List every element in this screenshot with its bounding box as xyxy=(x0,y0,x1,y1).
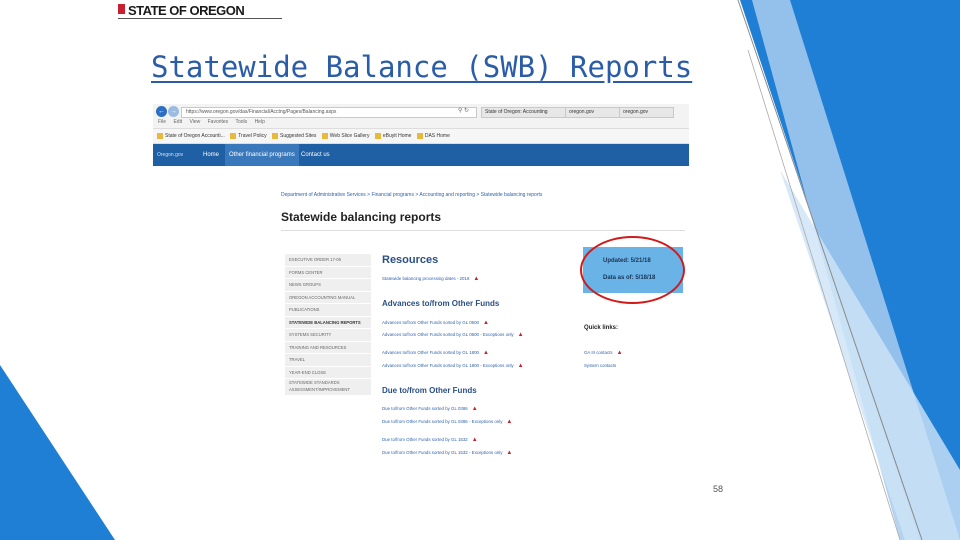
quick-link[interactable]: GA III contacts ▲ xyxy=(584,350,623,356)
pdf-icon: ▲ xyxy=(506,419,513,425)
favorite-item[interactable]: Travel Policy xyxy=(230,129,267,143)
pdf-icon: ▲ xyxy=(616,350,623,356)
site-nav-home[interactable]: Home xyxy=(199,144,223,166)
pdf-icon: ▲ xyxy=(471,406,478,412)
site-nav-other-programs[interactable]: Other financial programs xyxy=(225,144,299,166)
decor-triangle-left xyxy=(0,365,115,540)
menu-edit[interactable]: Edit xyxy=(173,119,182,125)
pdf-icon: ▲ xyxy=(517,332,524,338)
favorite-item[interactable]: DAS Home xyxy=(416,129,450,143)
pdf-icon: ▲ xyxy=(517,363,524,369)
due-link[interactable]: Due to/from Other Funds sorted by GL 038… xyxy=(382,406,478,412)
divider xyxy=(281,230,685,231)
menu-help[interactable]: Help xyxy=(255,119,265,125)
menu-favorites[interactable]: Favorites xyxy=(208,119,229,125)
left-nav-item[interactable]: YEAR-END CLOSE xyxy=(285,367,371,379)
due-heading: Due to/from Other Funds xyxy=(382,386,477,395)
left-nav-item[interactable]: TRAINING AND RESOURCES xyxy=(285,342,371,354)
left-nav-item[interactable]: NEWS GROUPS xyxy=(285,279,371,292)
site-nav-bar: Oregon.gov Home Other financial programs… xyxy=(153,144,689,166)
pdf-icon: ▲ xyxy=(506,450,513,456)
due-link[interactable]: Due to/from Other Funds sorted by GL 153… xyxy=(382,437,478,443)
menu-view[interactable]: View xyxy=(189,119,200,125)
advances-link[interactable]: Advances to/from Other Funds sorted by G… xyxy=(382,332,524,338)
favorite-item[interactable]: Web Slice Gallery xyxy=(321,129,369,143)
header-logo: STATE OF OREGON xyxy=(118,2,282,19)
favorite-item[interactable]: eBuyit Home xyxy=(374,129,411,143)
slide-number: 58 xyxy=(713,484,724,494)
quick-link[interactable]: System contacts xyxy=(584,363,616,368)
logo-text: STATE OF OREGON xyxy=(128,3,245,18)
menu-file[interactable]: File xyxy=(158,119,166,125)
favorite-icon xyxy=(271,132,278,139)
advances-link[interactable]: Advances to/from Other Funds sorted by G… xyxy=(382,350,489,356)
favorite-icon xyxy=(374,132,381,139)
pdf-icon: ▲ xyxy=(482,320,489,326)
favorite-item[interactable]: Suggested Sites xyxy=(271,129,316,143)
page-heading: Statewide balancing reports xyxy=(281,210,442,224)
browser-address-bar: ← → https://www.oregon.gov/das/Financial… xyxy=(153,104,689,129)
left-nav-item[interactable]: PUBLICATIONS xyxy=(285,304,371,317)
search-icon[interactable]: ⚲ ↻ xyxy=(458,107,469,114)
resources-heading: Resources xyxy=(382,254,439,266)
resource-link[interactable]: Statewide balancing processing dates - 2… xyxy=(382,276,479,282)
due-link[interactable]: Due to/from Other Funds sorted by GL 038… xyxy=(382,419,512,425)
browser-tab-2[interactable]: oregon.gov xyxy=(565,107,620,118)
left-nav-item[interactable]: EXECUTIVE ORDER 17-06 xyxy=(285,254,371,267)
left-nav-item[interactable]: FORMS CENTER xyxy=(285,267,371,279)
favorite-icon xyxy=(416,132,423,139)
favorite-item[interactable]: State of Oregon Accounti... xyxy=(157,129,225,143)
forward-icon[interactable]: → xyxy=(168,106,179,117)
quick-links-heading: Quick links: xyxy=(584,325,619,331)
back-icon[interactable]: ← xyxy=(156,106,167,117)
favorite-icon xyxy=(321,132,328,139)
left-nav-item[interactable]: SYSTEMS SECURITY xyxy=(285,329,371,342)
site-nav-contact[interactable]: Contact us xyxy=(297,144,334,166)
favorite-icon xyxy=(230,132,237,139)
advances-heading: Advances to/from Other Funds xyxy=(382,299,500,308)
logo-icon xyxy=(118,4,125,14)
breadcrumb[interactable]: Department of Administrative Services > … xyxy=(281,192,542,198)
left-nav-item[interactable]: STATEWIDE STANDARDS ASSESSMENT/IMPROVEME… xyxy=(285,379,371,396)
browser-tab-1[interactable]: State of Oregon: Accounting xyxy=(481,107,566,118)
favorites-bar: State of Oregon Accounti... Travel Polic… xyxy=(153,129,689,144)
left-nav-item-active[interactable]: STATEWIDE BALANCING REPORTS xyxy=(285,317,371,329)
url-field[interactable]: https://www.oregon.gov/das/Financial/Acc… xyxy=(181,107,477,118)
due-link[interactable]: Due to/from Other Funds sorted by GL 153… xyxy=(382,450,512,456)
left-nav-item[interactable]: TRAVEL xyxy=(285,354,371,367)
site-logo[interactable]: Oregon.gov xyxy=(157,149,195,161)
left-nav-item[interactable]: OREGON ACCOUNTING MANUAL xyxy=(285,292,371,304)
advances-link[interactable]: Advances to/from Other Funds sorted by G… xyxy=(382,363,524,369)
browser-tab-3[interactable]: oregon.gov xyxy=(619,107,674,118)
favorite-icon xyxy=(157,132,163,139)
pdf-icon: ▲ xyxy=(473,276,480,282)
left-nav: EXECUTIVE ORDER 17-06 FORMS CENTER NEWS … xyxy=(285,254,371,396)
highlight-circle xyxy=(580,236,685,304)
slide-title: Statewide Balance (SWB) Reports xyxy=(151,50,693,84)
pdf-icon: ▲ xyxy=(482,350,489,356)
browser-menu-bar: File Edit View Favorites Tools Help xyxy=(158,119,271,125)
menu-tools[interactable]: Tools xyxy=(235,119,247,125)
advances-link[interactable]: Advances to/from Other Funds sorted by G… xyxy=(382,320,489,326)
pdf-icon: ▲ xyxy=(471,437,478,443)
